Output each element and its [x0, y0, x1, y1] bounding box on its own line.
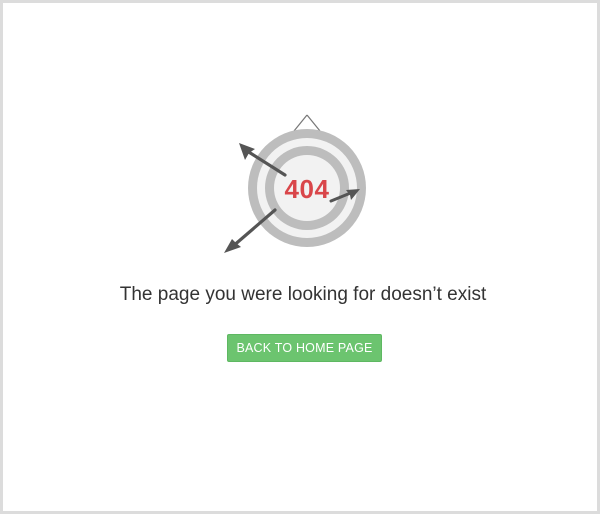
back-to-home-page-button[interactable]: BACK TO HOME PAGE	[227, 334, 382, 362]
error-page-frame: 404 The page you were looking for doesn’…	[0, 0, 600, 514]
hanging-string-icon	[293, 114, 321, 132]
dartboard-with-arrows-icon	[224, 114, 366, 253]
error-code-label: 404	[284, 174, 330, 204]
error-message: The page you were looking for doesn’t ex…	[119, 284, 487, 305]
